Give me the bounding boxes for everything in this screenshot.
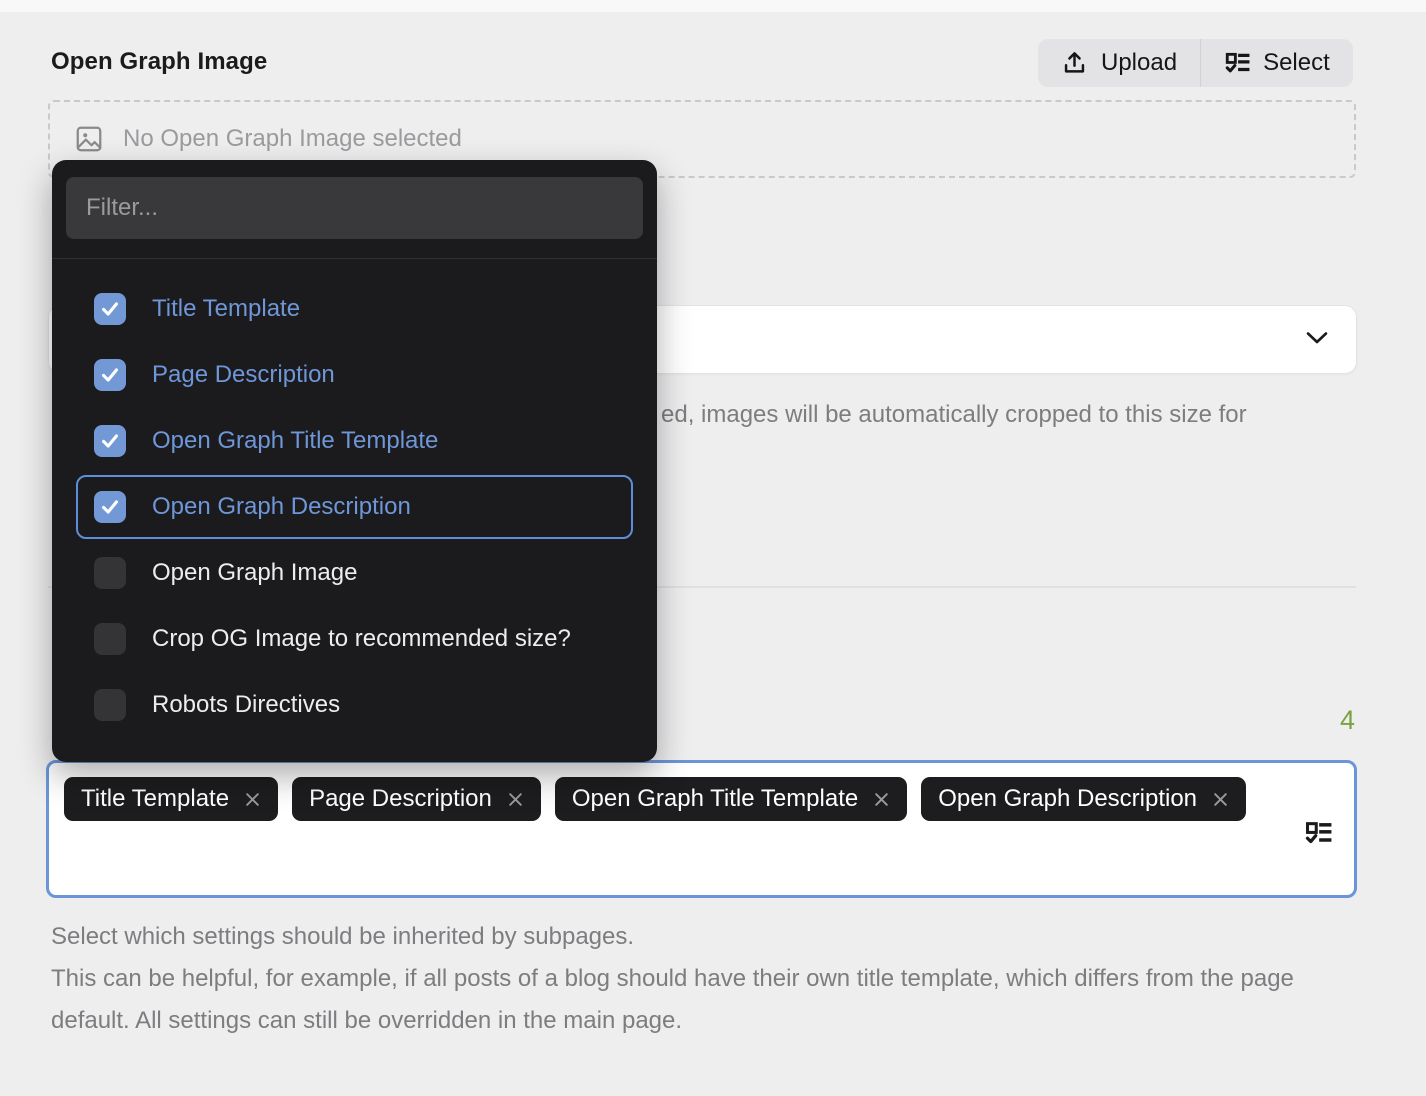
remove-tag-icon[interactable] [507, 791, 524, 808]
checkbox-icon[interactable] [94, 491, 126, 523]
dropdown-option-label: Crop OG Image to recommended size? [152, 625, 571, 653]
inherited-settings-field[interactable]: Title Template Page Description Open G [46, 760, 1357, 898]
selected-setting-tag: Open Graph Description [921, 777, 1246, 821]
dropdown-option[interactable]: Open Graph Image [76, 541, 633, 605]
inherited-settings-help: Select which settings should be inherite… [51, 916, 1363, 1042]
dropdown-option[interactable]: Robots Directives [76, 673, 633, 737]
dropdown-option-label: Open Graph Image [152, 559, 357, 587]
seo-settings-panel: Open Graph Image Upload [0, 0, 1426, 1096]
open-picker-icon[interactable] [1304, 819, 1332, 852]
crop-help-text: ed, images will be automatically cropped… [661, 401, 1247, 429]
tag-label: Open Graph Description [938, 785, 1197, 813]
dropdown-option-label: Page Description [152, 361, 335, 389]
dropdown-option-label: Open Graph Title Template [152, 427, 438, 455]
select-list-icon [1224, 50, 1250, 76]
checkbox-icon[interactable] [94, 359, 126, 391]
image-placeholder-icon [74, 124, 104, 154]
remove-tag-icon[interactable] [244, 791, 261, 808]
tag-label: Open Graph Title Template [572, 785, 858, 813]
dropdown-option[interactable]: Page Description [76, 343, 633, 407]
tag-label: Title Template [81, 785, 229, 813]
checkbox-icon[interactable] [94, 293, 126, 325]
dropdown-option-label: Robots Directives [152, 691, 340, 719]
dropdown-option[interactable]: Title Template [76, 277, 633, 341]
chevron-down-icon [1305, 330, 1329, 351]
upload-button-label: Upload [1101, 49, 1177, 77]
top-section-edge [0, 0, 1426, 12]
select-button-label: Select [1263, 49, 1330, 77]
select-button[interactable]: Select [1201, 39, 1353, 87]
dropdown-option[interactable]: Open Graph Description [76, 475, 633, 539]
selected-setting-tag: Title Template [64, 777, 278, 821]
dropdown-option-label: Open Graph Description [152, 493, 411, 521]
filter-input[interactable] [66, 177, 643, 239]
checkbox-icon[interactable] [94, 425, 126, 457]
remove-tag-icon[interactable] [873, 791, 890, 808]
og-image-actions: Upload Select [1038, 39, 1353, 87]
settings-picker-dropdown: Title Template Page Description Open [52, 160, 657, 762]
dropdown-option[interactable]: Open Graph Title Template [76, 409, 633, 473]
upload-icon [1061, 50, 1088, 77]
help-line-2: This can be helpful, for example, if all… [51, 958, 1363, 1042]
checkbox-icon[interactable] [94, 623, 126, 655]
dropdown-divider [52, 258, 657, 259]
upload-button[interactable]: Upload [1038, 39, 1200, 87]
help-line-1: Select which settings should be inherite… [51, 916, 1363, 958]
og-image-empty-text: No Open Graph Image selected [123, 125, 462, 153]
selected-setting-tag: Page Description [292, 777, 541, 821]
dropdown-option[interactable]: Crop OG Image to recommended size? [76, 607, 633, 671]
checkbox-icon[interactable] [94, 557, 126, 589]
dropdown-option-list: Title Template Page Description Open [66, 277, 643, 737]
tag-label: Page Description [309, 785, 492, 813]
dropdown-option-label: Title Template [152, 295, 300, 323]
og-image-field-label: Open Graph Image [51, 48, 267, 76]
checkbox-icon[interactable] [94, 689, 126, 721]
selected-setting-tag: Open Graph Title Template [555, 777, 907, 821]
remove-tag-icon[interactable] [1212, 791, 1229, 808]
selected-count: 4 [1340, 705, 1360, 736]
